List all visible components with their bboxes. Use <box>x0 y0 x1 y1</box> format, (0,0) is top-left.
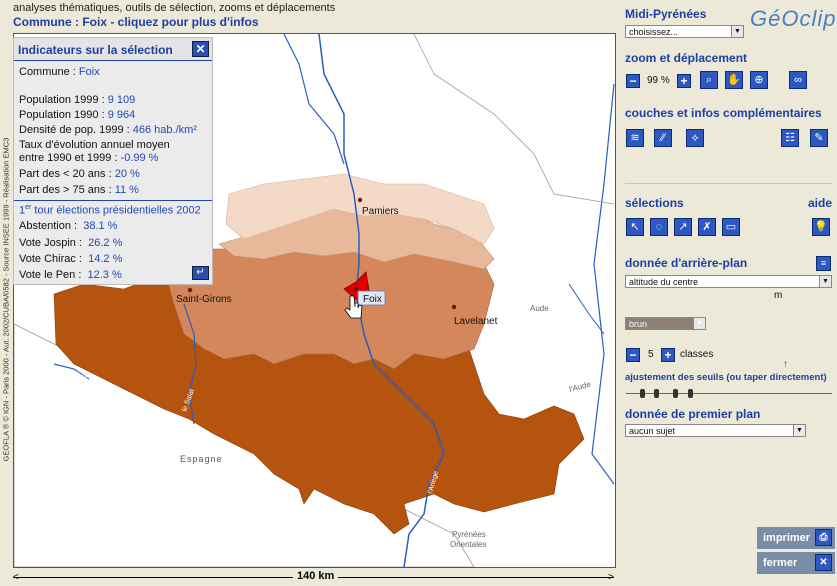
roads-icon[interactable]: ∕∕ <box>654 129 672 147</box>
region-title: Midi-Pyrénées <box>625 7 707 21</box>
divider <box>14 200 212 201</box>
printer-icon: ⎙ <box>815 529 832 546</box>
aude-river <box>591 83 615 485</box>
threshold-handle-4[interactable] <box>688 389 693 398</box>
label-foix: Foix <box>363 294 382 305</box>
growth-row-2: entre 1990 et 1999 : -0.99 % <box>19 152 159 164</box>
network-icon[interactable]: ⟡ <box>686 129 704 147</box>
abstention-row: Abstention : 38.1 % <box>19 220 118 232</box>
classes-label: classes <box>680 349 714 360</box>
scale-bar: < > 140 km <box>13 570 614 584</box>
pop1999-row: Population 1999 : 9 109 <box>19 94 136 106</box>
magnifier-icon[interactable]: ⌕ <box>700 71 718 89</box>
close-icon: ✕ <box>815 554 832 571</box>
return-icon[interactable]: ↵ <box>192 266 209 280</box>
threshold-handle-2[interactable] <box>654 389 659 398</box>
pamiers-dot[interactable] <box>357 197 363 203</box>
region-select[interactable]: choisissez... ▼ <box>625 25 744 38</box>
help-label: aide <box>808 196 833 210</box>
growth-row-1: Taux d'évolution annuel moyen <box>19 139 170 151</box>
comment-icon[interactable]: ☷ <box>781 129 799 147</box>
foreground-select[interactable]: aucun sujet ▼ <box>625 424 806 437</box>
close-button[interactable]: fermer ✕ <box>757 552 835 574</box>
selections-section-title: sélections <box>625 196 684 210</box>
threshold-handle-1[interactable] <box>640 389 645 398</box>
zoom-out-button[interactable]: − <box>626 74 640 88</box>
target-icon[interactable]: ⊕ <box>750 71 768 89</box>
map-credit: GEOFLA ® © IGN - Paris 2000 - Aut. 2002/… <box>1 137 11 462</box>
department-outline <box>413 34 615 205</box>
select-circle-icon[interactable]: ◌ <box>650 218 668 236</box>
select-point-icon[interactable]: ↖ <box>626 218 644 236</box>
label-aude: Aude <box>530 304 549 313</box>
scale-right-arrow-icon: > <box>608 572 614 583</box>
info-panel-title: Indicateurs sur la sélection <box>18 43 173 57</box>
zoom-in-button[interactable]: + <box>677 74 691 88</box>
geoclip-logo: GéOclip <box>750 6 837 31</box>
classes-minus-button[interactable]: − <box>626 348 640 362</box>
label-saint-girons: Saint-Girons <box>176 294 232 305</box>
lepen-row: Vote le Pen : 12.3 % <box>19 269 122 281</box>
hydrography-icon[interactable]: ≋ <box>626 129 644 147</box>
binoculars-icon[interactable]: ∞ <box>789 71 807 89</box>
background-section-title: donnée d'arrière-plan <box>625 256 748 270</box>
foix-dot[interactable] <box>353 286 359 292</box>
density-row: Densité de pop. 1999 : 466 hab./km² <box>19 124 197 136</box>
north-river <box>283 34 345 165</box>
label-pyrenees-1: Pyrénées <box>452 530 486 539</box>
label-l-aude: l'Aude <box>568 379 592 394</box>
select-folder-icon[interactable]: ▭ <box>722 218 740 236</box>
jospin-row: Vote Jospin : 26.2 % <box>19 237 123 249</box>
zoom-value: 99 % <box>647 75 670 86</box>
under20-row: Part des < 20 ans : 20 % <box>19 168 140 180</box>
pan-hand-icon[interactable]: ✋ <box>725 71 743 89</box>
saint-girons-dot[interactable] <box>187 287 193 293</box>
chirac-row: Vote Chirac : 14.2 % <box>19 253 123 265</box>
classes-plus-button[interactable]: + <box>661 348 675 362</box>
layers-section-title: couches et infos complémentaires <box>625 106 822 120</box>
zoom-section-title: zoom et déplacement <box>625 51 748 65</box>
label-espagne: Espagne <box>180 454 223 464</box>
select-arrow-icon[interactable]: ↗ <box>674 218 692 236</box>
scale-label: 140 km <box>293 570 339 582</box>
chevron-down-icon: ▼ <box>819 276 831 287</box>
print-button[interactable]: imprimer ⎙ <box>757 527 835 549</box>
up-arrow-icon: ↑ <box>783 359 788 370</box>
chevron-down-icon: ▼ <box>693 318 705 329</box>
lavelanet-dot[interactable] <box>451 304 457 310</box>
thresholds-label: ajustement des seuils (ou taper directem… <box>625 372 827 383</box>
commune-title-link[interactable]: Commune : Foix - cliquez pour plus d'inf… <box>13 15 259 29</box>
chevron-down-icon: ▼ <box>793 425 805 436</box>
legend-icon[interactable]: ≡ <box>816 256 831 271</box>
background-select[interactable]: altitude du centre ▼ <box>625 275 832 288</box>
info-panel-header: Indicateurs sur la sélection ✕ <box>14 38 212 61</box>
palette-select[interactable]: brun ▼ <box>625 317 706 330</box>
select-remove-icon[interactable]: ✗ <box>698 218 716 236</box>
chevron-down-icon: ▼ <box>731 26 743 37</box>
edit-icon[interactable]: ✎ <box>810 129 828 147</box>
unit-label: m <box>774 290 783 301</box>
help-bulb-icon[interactable]: 💡 <box>812 218 830 236</box>
scale-left-arrow-icon: < <box>13 572 19 583</box>
app-subtitle: analyses thématiques, outils de sélectio… <box>13 2 336 14</box>
classes-count: 5 <box>648 349 654 360</box>
close-icon[interactable]: ✕ <box>192 41 209 57</box>
thresholds-slider[interactable] <box>626 389 832 399</box>
label-lavelanet: Lavelanet <box>454 316 498 327</box>
election-title: 1er tour élections présidentielles 2002 <box>19 204 201 217</box>
label-pamiers: Pamiers <box>362 206 399 217</box>
commune-row: Commune : Foix <box>19 66 100 78</box>
foreground-section-title: donnée de premier plan <box>625 407 761 421</box>
pop1990-row: Population 1990 : 9 964 <box>19 109 136 121</box>
label-pyrenees-2: Orientales <box>450 540 486 549</box>
over75-row: Part des > 75 ans : 11 % <box>19 184 139 196</box>
threshold-handle-3[interactable] <box>673 389 678 398</box>
selection-info-panel: Indicateurs sur la sélection ✕ Commune :… <box>13 37 213 285</box>
